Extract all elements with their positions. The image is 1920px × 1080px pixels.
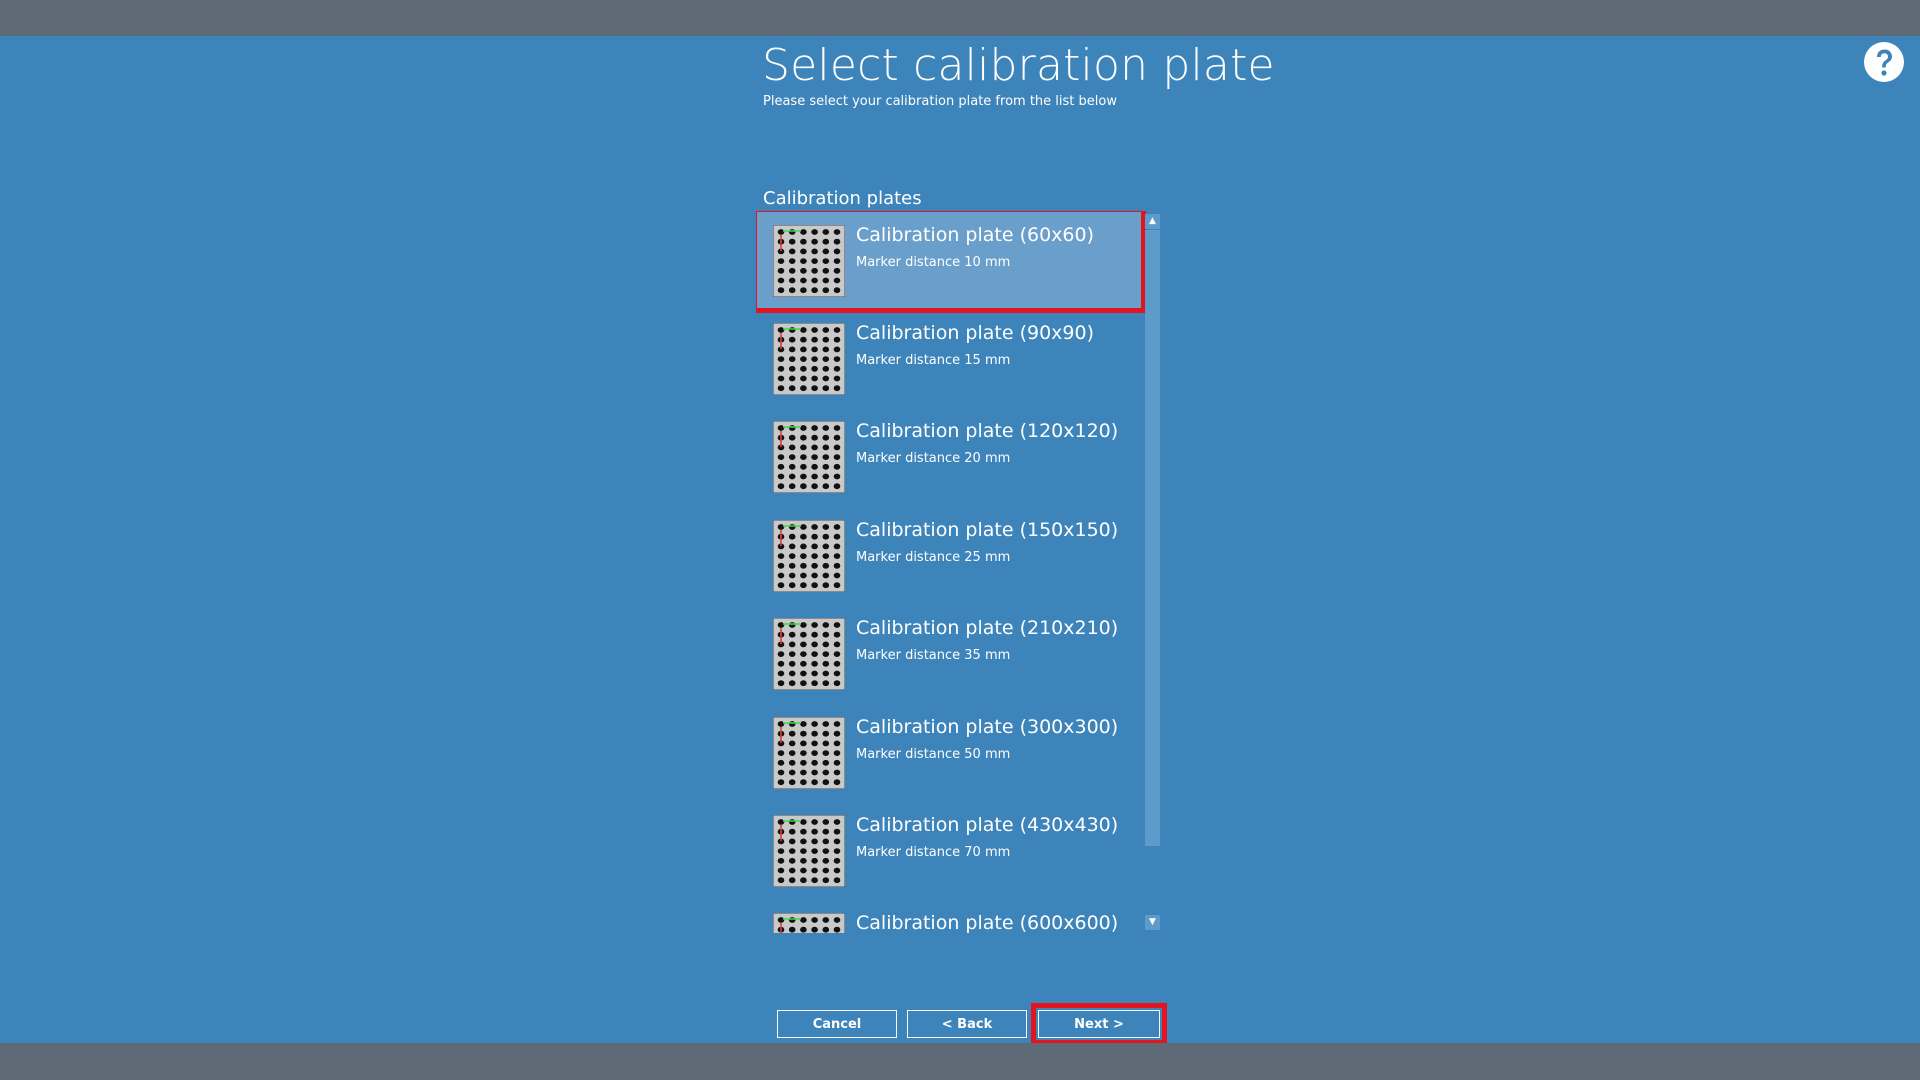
calibration-plate-thumbnail-icon <box>773 815 845 887</box>
list-item-title: Calibration plate (600x600) <box>856 912 1119 933</box>
scroll-down-arrow-icon[interactable]: ▼ <box>1145 915 1160 930</box>
list-item-title: Calibration plate (150x150) <box>856 519 1119 541</box>
window-bottom-bar <box>0 1043 1920 1080</box>
list-item-plate-600x600[interactable]: Calibration plate (600x600) <box>756 899 1142 933</box>
list-item-subtitle: Marker distance 25 mm <box>856 550 1011 565</box>
calibration-plate-list[interactable]: Calibration plate (60x60) Marker distanc… <box>756 211 1146 933</box>
cancel-button[interactable]: Cancel <box>777 1010 897 1038</box>
calibration-plate-thumbnail-icon <box>773 421 845 493</box>
list-item-subtitle: Marker distance 20 mm <box>856 451 1011 466</box>
calibration-plates-label: Calibration plates <box>763 188 922 209</box>
list-item-plate-210x210[interactable]: Calibration plate (210x210) Marker dista… <box>756 604 1142 702</box>
calibration-plate-thumbnail-icon <box>773 520 845 592</box>
calibration-plate-thumbnail-icon <box>773 618 845 690</box>
list-item-plate-60x60[interactable]: Calibration plate (60x60) Marker distanc… <box>756 211 1146 313</box>
back-button[interactable]: < Back <box>907 1010 1027 1038</box>
list-item-plate-120x120[interactable]: Calibration plate (120x120) Marker dista… <box>756 407 1142 505</box>
list-item-title: Calibration plate (300x300) <box>856 716 1119 738</box>
question-circle-icon <box>1864 42 1904 82</box>
page-subtitle: Please select your calibration plate fro… <box>763 94 1117 109</box>
calibration-plate-thumbnail-icon <box>773 717 845 789</box>
help-button[interactable] <box>1862 40 1906 84</box>
list-item-plate-150x150[interactable]: Calibration plate (150x150) Marker dista… <box>756 506 1142 604</box>
list-item-title: Calibration plate (90x90) <box>856 322 1095 344</box>
next-button[interactable]: Next > <box>1031 1003 1167 1045</box>
list-item-title: Calibration plate (60x60) <box>856 224 1095 246</box>
list-item-subtitle: Marker distance 10 mm <box>856 255 1011 270</box>
calibration-plate-thumbnail-icon <box>773 225 845 297</box>
list-item-plate-90x90[interactable]: Calibration plate (90x90) Marker distanc… <box>756 309 1142 407</box>
scroll-up-arrow-icon[interactable]: ▲ <box>1145 214 1160 229</box>
list-item-subtitle: Marker distance 15 mm <box>856 353 1011 368</box>
list-item-subtitle: Marker distance 70 mm <box>856 845 1011 860</box>
calibration-plate-thumbnail-icon <box>773 323 845 395</box>
calibration-plate-thumbnail-icon <box>773 913 845 933</box>
list-item-plate-430x430[interactable]: Calibration plate (430x430) Marker dista… <box>756 801 1142 899</box>
list-item-title: Calibration plate (430x430) <box>856 814 1119 836</box>
list-item-subtitle: Marker distance 35 mm <box>856 648 1011 663</box>
window-top-bar <box>0 0 1920 36</box>
list-item-title: Calibration plate (210x210) <box>856 617 1119 639</box>
list-item-plate-300x300[interactable]: Calibration plate (300x300) Marker dista… <box>756 703 1142 801</box>
page-title: Select calibration plate <box>762 40 1275 91</box>
list-item-subtitle: Marker distance 50 mm <box>856 747 1011 762</box>
list-scrollbar[interactable]: ▲ ▼ <box>1144 214 1161 932</box>
scroll-thumb[interactable] <box>1145 230 1160 846</box>
list-item-title: Calibration plate (120x120) <box>856 420 1119 442</box>
